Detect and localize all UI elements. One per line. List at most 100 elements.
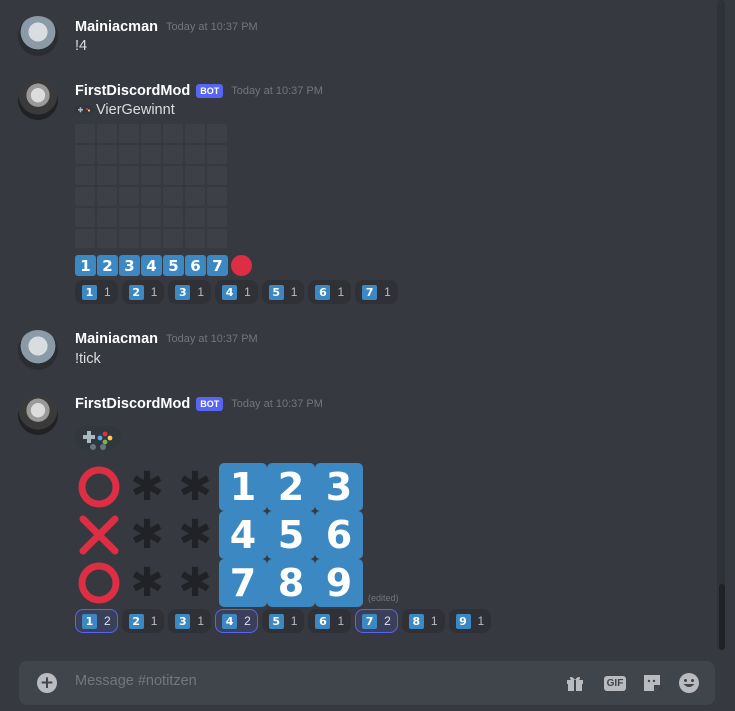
keypad-key: 1 (219, 463, 267, 511)
reaction-count: 1 (150, 285, 158, 299)
chat-messages: Mainiacman Today at 10:37 PM !4 FirstDis… (0, 0, 735, 650)
empty-star-icon: ✱ (130, 512, 164, 558)
reaction-bar: 11 21 31 41 51 61 71 (75, 280, 398, 304)
board-cell (185, 166, 205, 185)
keycap-icon: 1 (82, 284, 97, 300)
x-mark (79, 515, 119, 555)
reaction-9[interactable]: 91 (448, 609, 492, 633)
board-cell (141, 208, 161, 227)
keycap-icon: 9 (455, 613, 471, 629)
keycap-icon: 4 (222, 613, 238, 629)
number-key: 6 (185, 255, 206, 276)
gift-icon (567, 676, 583, 691)
board-cell (119, 145, 139, 164)
gift-button[interactable] (564, 672, 586, 694)
message-text: !4 (75, 38, 88, 54)
timestamp: Today at 10:37 PM (231, 398, 323, 410)
number-key: 3 (119, 255, 140, 276)
reaction-count: 1 (197, 285, 205, 299)
keycap-icon: 3 (175, 284, 191, 300)
reaction-6[interactable]: 61 (308, 280, 352, 304)
reaction-1[interactable]: 11 (75, 280, 118, 304)
reaction-7[interactable]: 72 (355, 609, 398, 633)
keypad-key: 8 (267, 559, 315, 607)
reaction-4[interactable]: 42 (215, 609, 258, 633)
gif-button[interactable]: GIF (602, 672, 628, 694)
board-cell (163, 124, 183, 143)
avatar[interactable] (18, 330, 58, 370)
message-text: !tick (75, 351, 101, 367)
keycap-icon: 2 (128, 613, 144, 629)
message-composer[interactable]: + Message #notitzen GIF (19, 661, 715, 705)
reaction-1[interactable]: 12 (75, 609, 118, 633)
board-cell (141, 166, 161, 185)
reaction-5[interactable]: 51 (261, 280, 305, 304)
scrollbar-track[interactable] (717, 0, 725, 650)
reaction-6[interactable]: 61 (308, 609, 352, 633)
sticker-button[interactable] (641, 672, 663, 694)
board-cell (141, 124, 161, 143)
number-key: 7 (207, 255, 228, 276)
board-cell (97, 187, 117, 206)
keycap-icon: 7 (362, 613, 378, 629)
reaction-count: 1 (337, 285, 345, 299)
keycap-icon: 3 (175, 613, 191, 629)
connect-four-board (75, 124, 229, 250)
username[interactable]: FirstDiscordMod (75, 83, 190, 99)
reaction-count: 1 (197, 614, 205, 628)
keypad-key: 9 (315, 559, 363, 607)
board-cell (185, 229, 205, 248)
reaction-2[interactable]: 21 (121, 609, 165, 633)
username[interactable]: Mainiacman (75, 331, 158, 347)
avatar[interactable] (18, 395, 58, 435)
bot-badge: BOT (196, 84, 224, 98)
number-key: 2 (97, 255, 118, 276)
board-cell (75, 187, 95, 206)
number-key: 4 (141, 255, 162, 276)
reaction-8[interactable]: 81 (401, 609, 445, 633)
keycap-icon: 2 (128, 284, 144, 300)
reaction-3[interactable]: 31 (168, 609, 212, 633)
reaction-3[interactable]: 31 (168, 280, 212, 304)
avatar[interactable] (18, 16, 58, 56)
reaction-count: 1 (430, 614, 438, 628)
scrollbar-thumb[interactable] (719, 584, 725, 650)
board-cell (207, 124, 227, 143)
avatar[interactable] (18, 80, 58, 120)
board-cell (185, 124, 205, 143)
reaction-count: 1 (477, 614, 485, 628)
edited-label: (edited) (368, 593, 399, 603)
o-mark (78, 562, 120, 604)
board-cell (97, 145, 117, 164)
board-cell (75, 145, 95, 164)
keycap-icon: 7 (362, 284, 378, 300)
keypad-key: 6 (315, 511, 363, 559)
keycap-icon: 6 (315, 284, 331, 300)
number-key: 5 (163, 255, 184, 276)
gif-icon: GIF (603, 675, 627, 691)
empty-star-icon: ✱ (130, 464, 164, 510)
keycap-icon: 5 (268, 284, 284, 300)
reaction-2[interactable]: 21 (121, 280, 165, 304)
reaction-bar: 12 21 31 42 51 61 72 81 91 (75, 609, 492, 633)
message-text-line: VierGewinnt (75, 102, 175, 118)
timestamp: Today at 10:37 PM (166, 333, 258, 345)
username[interactable]: Mainiacman (75, 19, 158, 35)
add-circle-icon[interactable]: + (37, 673, 57, 693)
board-cell (75, 208, 95, 227)
reaction-4[interactable]: 41 (215, 280, 258, 304)
keycap-icon: 5 (268, 613, 284, 629)
username[interactable]: FirstDiscordMod (75, 396, 190, 412)
board-cell (207, 187, 227, 206)
reaction-7[interactable]: 71 (355, 280, 398, 304)
message-input[interactable]: Message #notitzen (75, 673, 197, 689)
board-cell (119, 187, 139, 206)
board-cell (75, 124, 95, 143)
board-cell (75, 229, 95, 248)
reaction-count: 2 (384, 614, 391, 628)
keypad-key: 5 (267, 511, 315, 559)
board-cell (97, 229, 117, 248)
reaction-5[interactable]: 51 (261, 609, 305, 633)
emoji-button[interactable] (678, 672, 700, 694)
board-cell (185, 145, 205, 164)
